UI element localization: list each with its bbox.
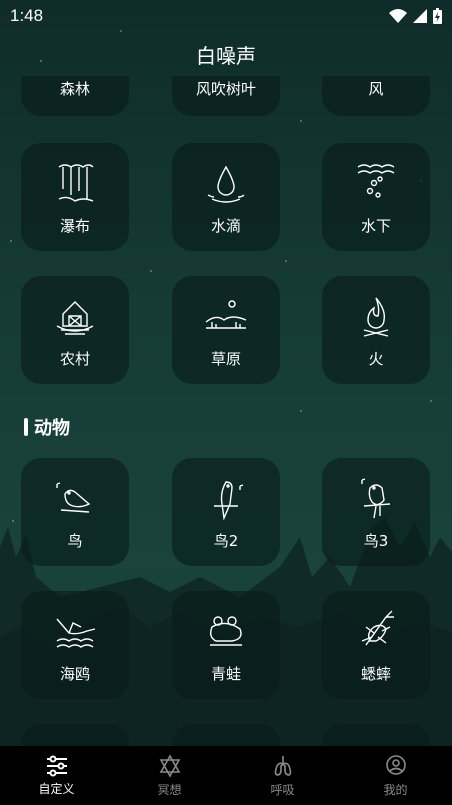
lungs-icon: [274, 755, 291, 776]
status-time: 1:48: [10, 6, 44, 25]
section-header-animals: 动物: [24, 414, 70, 440]
sound-card-next-row[interactable]: [322, 724, 430, 746]
star-of-david-icon: [159, 753, 180, 778]
sound-label: 草原: [210, 350, 241, 368]
sound-label: 海鸥: [59, 665, 90, 683]
sound-card-fire[interactable]: 火: [322, 276, 430, 384]
tab-meditation[interactable]: 冥想: [113, 746, 226, 805]
signal-icon: [413, 9, 427, 23]
sound-label: 瀑布: [59, 217, 90, 235]
grassland-icon: [205, 300, 247, 329]
user-icon: [385, 754, 406, 775]
sound-list[interactable]: 森林 风吹树叶 风 瀑布 水滴 水下 农村 草原 火 动物 鸟 鸟2 鸟3 海鸥…: [0, 76, 452, 746]
sound-card-water-drop[interactable]: 水滴: [172, 143, 280, 251]
sound-card-leaves[interactable]: 风吹树叶: [172, 76, 280, 116]
wifi-icon: [389, 9, 407, 23]
tab-breathing[interactable]: 呼吸: [226, 746, 339, 805]
status-bar: 1:48: [0, 0, 452, 32]
sound-card-frog[interactable]: 青蛙: [172, 591, 280, 699]
sound-label: 青蛙: [210, 665, 241, 683]
bird-perched-icon: [361, 478, 391, 519]
sliders-icon: [46, 755, 67, 776]
sound-card-seagull[interactable]: 海鸥: [21, 591, 129, 699]
tab-label: 自定义: [38, 781, 75, 796]
page-title: 白噪声: [196, 44, 256, 68]
water-drop-icon: [207, 165, 245, 203]
section-bar: [24, 418, 28, 436]
frog-icon: [209, 616, 242, 646]
sound-label: 水下: [360, 217, 391, 235]
sound-label: 风: [368, 80, 384, 98]
sound-card-waterfall[interactable]: 瀑布: [21, 143, 129, 251]
sound-label: 鸟: [67, 532, 83, 550]
parrot-icon: [214, 481, 244, 521]
battery-icon: [433, 8, 442, 24]
sound-label: 风吹树叶: [195, 80, 256, 98]
barn-icon: [56, 301, 94, 335]
bottom-tab-bar: 自定义 冥想 呼吸 我的: [0, 746, 452, 805]
sound-card-bird-perched[interactable]: 鸟3: [322, 458, 430, 566]
waterfall-icon: [58, 164, 94, 202]
sound-label: 鸟2: [213, 532, 239, 550]
underwater-icon: [357, 164, 395, 198]
sound-card-next-row[interactable]: [172, 724, 280, 746]
tab-label: 呼吸: [270, 782, 295, 797]
fire-icon: [363, 297, 389, 337]
sound-label: 水滴: [210, 217, 241, 235]
tab-label: 冥想: [157, 782, 182, 797]
sound-label: 鸟3: [363, 532, 389, 550]
sound-card-wind[interactable]: 风: [322, 76, 430, 116]
tab-profile[interactable]: 我的: [339, 746, 452, 805]
sound-card-forest[interactable]: 森林: [21, 76, 129, 116]
sound-card-cricket[interactable]: 蟋蟀: [322, 591, 430, 699]
title-bar: 白噪声: [0, 38, 452, 74]
sound-card-next-row[interactable]: [21, 724, 129, 746]
cricket-icon: [361, 610, 394, 646]
bird-icon: [56, 482, 91, 513]
tab-custom[interactable]: 自定义: [0, 746, 113, 805]
sound-card-barn[interactable]: 农村: [21, 276, 129, 384]
section-title: 动物: [34, 418, 70, 439]
sound-label: 农村: [59, 350, 90, 368]
sound-label: 火: [368, 350, 384, 368]
status-icons: [389, 8, 442, 24]
sound-card-bird[interactable]: 鸟: [21, 458, 129, 566]
sound-card-grassland[interactable]: 草原: [172, 276, 280, 384]
tab-label: 我的: [383, 782, 408, 797]
seagull-icon: [56, 618, 96, 648]
sound-card-underwater[interactable]: 水下: [322, 143, 430, 251]
sound-card-parrot[interactable]: 鸟2: [172, 458, 280, 566]
sound-label: 蟋蟀: [360, 665, 391, 683]
sound-label: 森林: [59, 80, 90, 98]
